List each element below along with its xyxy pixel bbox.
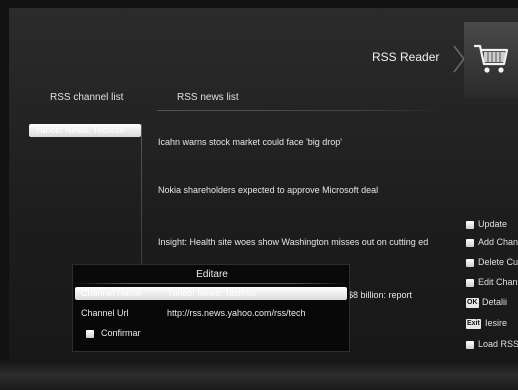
news-list-header: RSS news list	[177, 92, 239, 103]
bottom-bezel	[0, 360, 518, 390]
square-key-icon	[466, 239, 474, 247]
menu-item-label: Detalii	[482, 297, 508, 307]
menu-item-label: Iesire	[485, 318, 508, 328]
news-list-item[interactable]: Insight: Health site woes show Washingto…	[158, 237, 440, 247]
news-list-item[interactable]: t $8 billion: report	[343, 290, 453, 300]
ok-key-icon: OK	[466, 298, 479, 308]
channel-list-header: RSS channel list	[50, 92, 124, 103]
confirm-checkbox[interactable]	[86, 330, 94, 338]
menu-item-add-channel[interactable]: Add Chan	[466, 236, 518, 250]
menu-item-exit[interactable]: Exit Iesire	[466, 317, 518, 331]
news-list-item[interactable]: Icahn warns stock market could face 'big…	[158, 137, 440, 147]
menu-item-details[interactable]: OK Detalii	[466, 296, 518, 310]
news-list-item[interactable]: Nokia shareholders expected to approve M…	[158, 185, 440, 195]
column-divider	[141, 124, 142, 264]
channel-name-label: Channel Name	[81, 288, 142, 298]
edit-channel-dialog: Editare Channel Name Yahoo! News: Techno…	[72, 264, 350, 352]
menu-item-label: Delete Cu	[478, 257, 518, 267]
menu-item-label: Edit Chan	[478, 277, 518, 287]
channel-url-field[interactable]: http://rss.news.yahoo.com/rss/tech	[167, 308, 306, 318]
confirm-label[interactable]: Confirmar	[101, 328, 141, 338]
exit-key-icon: Exit	[466, 319, 481, 329]
menu-item-label: Update	[478, 219, 508, 229]
channel-name-field[interactable]: Yahoo! News: Technol	[167, 288, 256, 298]
header-divider	[157, 110, 442, 111]
shopping-cart-icon	[474, 44, 509, 73]
square-key-icon	[466, 341, 474, 349]
dialog-title: Editare	[196, 269, 228, 280]
channel-url-label: Channel Url	[81, 308, 129, 318]
square-key-icon	[466, 279, 474, 287]
menu-item-label: Load RSS	[478, 339, 518, 349]
channel-list-item-selected[interactable]: Yahoo! News: Technol	[29, 124, 141, 137]
square-key-icon	[466, 221, 474, 229]
menu-item-update[interactable]: Update	[466, 218, 518, 232]
menu-item-load-rss[interactable]: Load RSS	[466, 338, 518, 352]
square-key-icon	[466, 259, 474, 267]
menu-item-delete-channel[interactable]: Delete Cu	[466, 256, 518, 270]
tv-frame: RSS Reader RSS channel list RSS news lis…	[0, 0, 518, 390]
page-title: RSS Reader	[372, 50, 440, 64]
menu-item-edit-channel[interactable]: Edit Chan	[466, 276, 518, 290]
menu-item-label: Add Chan	[478, 237, 518, 247]
dialog-divider	[73, 283, 349, 284]
